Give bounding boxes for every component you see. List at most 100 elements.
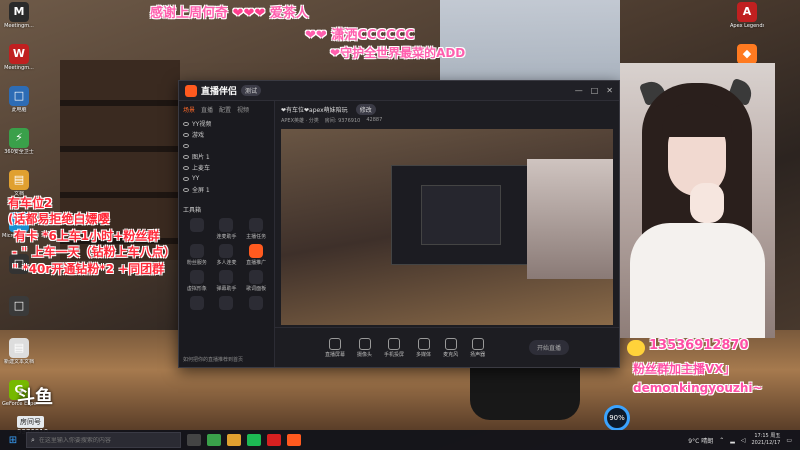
tool-label: 弹幕助手 [216, 286, 237, 292]
left-desktop-icon[interactable]: ▤ 新建文本文档 [2, 338, 36, 380]
scene-label: 图片 1 [192, 154, 210, 161]
clock-date: 2021/12/17 [751, 440, 781, 446]
tab-video[interactable]: 视频 [237, 105, 249, 114]
eye-icon[interactable] [183, 187, 189, 192]
tool-icon [189, 244, 204, 258]
room-id: 房间: 9376910 [324, 118, 361, 124]
weather[interactable]: 9°C 晴朗 [688, 436, 713, 445]
source-action-label: 麦克风 [443, 351, 459, 358]
source-action-label: 扬声器 [470, 351, 486, 358]
taskbar-app-360-icon[interactable] [207, 434, 221, 446]
taskbar-search[interactable]: ⌕ [26, 432, 181, 448]
eye-icon[interactable] [183, 121, 189, 126]
tab-scenes[interactable]: 场景 [183, 105, 195, 114]
scene-item[interactable]: 全屏 1 [183, 184, 270, 195]
live-companion-window: 直播伴侣 测试 — □ ✕ 场景 直播 配置 视频 YY视频 游戏图片 1 上麦车 Y… [178, 80, 620, 368]
scene-list: YY视频 游戏图片 1 上麦车 YY 全屏 1 [183, 118, 270, 195]
eye-icon[interactable] [183, 176, 189, 181]
tool-item[interactable] [213, 296, 241, 311]
tool-label: 连麦助手 [216, 234, 237, 240]
source-action-button[interactable]: 摄像头 [357, 337, 372, 358]
scene-label: YY视频 [192, 121, 212, 128]
source-action-label: 多媒体 [416, 351, 432, 358]
performance-meter[interactable]: 90% [604, 405, 630, 431]
scene-item[interactable]: 图片 1 [183, 151, 270, 162]
eye-icon[interactable] [183, 132, 189, 137]
tool-label: 多人连麦 [216, 260, 237, 266]
search-icon: ⌕ [31, 435, 35, 444]
clock[interactable]: 17:15 周五 2021/12/17 [752, 433, 781, 447]
close-button[interactable]: ✕ [606, 86, 613, 95]
scene-item[interactable]: 上麦车 [183, 162, 270, 173]
task-view-icon[interactable] [187, 434, 201, 446]
stream-preview[interactable] [281, 129, 613, 325]
minimize-button[interactable]: — [575, 86, 583, 95]
desktop-icon-label: 此电脑 [11, 107, 27, 113]
preview-webcam [527, 159, 613, 279]
app-badge: 测试 [241, 85, 262, 96]
app-titlebar[interactable]: 直播伴侣 测试 — □ ✕ [179, 81, 619, 101]
tool-item[interactable]: 直播推广 [242, 244, 270, 266]
search-input[interactable] [38, 436, 169, 444]
edit-room-button[interactable]: 修改 [355, 104, 376, 115]
source-action-icon [471, 337, 484, 350]
taskbar-app-music-icon[interactable] [247, 434, 261, 446]
taskbar-app-live-companion-icon[interactable] [287, 434, 301, 446]
scene-label: 上麦车 [192, 165, 211, 172]
left-desktop-icon[interactable]: ⚡ 360安全卫士 [2, 128, 36, 170]
overlay-name2: ❤❤ 潇洒CCCCCC [305, 28, 415, 43]
eye-icon[interactable] [183, 143, 189, 148]
right-desktop-icon[interactable]: AApex Legends [730, 2, 764, 44]
tab-live[interactable]: 直播 [201, 105, 213, 114]
tool-item[interactable] [183, 296, 211, 311]
volume-icon[interactable]: ◁ [741, 437, 746, 444]
tool-item[interactable] [183, 218, 211, 240]
rule-line: 有卡 *6上车1小时+粉丝群 [14, 229, 160, 243]
tray-chevron-up-icon[interactable]: ⌃ [719, 437, 724, 444]
app-name: 直播伴侣 [201, 87, 238, 97]
tool-item[interactable]: 虚拟形象 [183, 270, 211, 292]
notification-icon[interactable]: ▭ [786, 437, 792, 444]
left-desktop-icon[interactable]: □ 此电脑 [2, 86, 36, 128]
eye-icon[interactable] [183, 165, 189, 170]
app-icon: A [737, 2, 757, 22]
source-action-button[interactable]: 麦克风 [443, 337, 459, 358]
maximize-button[interactable]: □ [591, 86, 599, 95]
eye-icon[interactable] [183, 154, 189, 159]
tool-item[interactable]: 粉丝服务 [183, 244, 211, 266]
scene-item[interactable] [183, 140, 270, 151]
tool-item[interactable]: 主播任务 [242, 218, 270, 240]
desktop-icon-label: 新建文本文档 [3, 359, 34, 365]
system-tray: 9°C 晴朗 ⌃ ▂ ◁ 17:15 周五 2021/12/17 ▭ [688, 433, 800, 447]
network-icon[interactable]: ▂ [730, 437, 735, 444]
scene-label: 全屏 1 [192, 187, 210, 194]
left-desktop-icon[interactable]: M Meetingm... [2, 2, 36, 44]
source-action-button[interactable]: 多媒体 [416, 337, 432, 358]
windows-start-icon[interactable]: ⊞ [0, 430, 26, 450]
tool-icon [249, 270, 264, 284]
tool-item[interactable]: 连麦助手 [213, 218, 241, 240]
file-explorer-icon[interactable] [227, 434, 241, 446]
scene-item[interactable]: 游戏 [183, 129, 270, 140]
app-logo-icon [185, 84, 197, 97]
taskbar-app-netease-icon[interactable] [267, 434, 281, 446]
tool-item[interactable]: 弹幕助手 [213, 270, 241, 292]
source-action-button[interactable]: 扬声器 [470, 337, 486, 358]
scene-item[interactable]: YY视频 [183, 118, 270, 129]
left-desktop-icon[interactable]: □ [2, 296, 36, 338]
left-desktop-icon[interactable]: W Meetingm... [2, 44, 36, 86]
tool-label: 歌词面板 [246, 286, 267, 292]
tool-icon [189, 296, 204, 310]
source-action-button[interactable]: 手机投屏 [384, 337, 404, 358]
source-action-button[interactable]: 直播屏幕 [325, 337, 345, 358]
tool-item[interactable]: 多人连麦 [213, 244, 241, 266]
start-live-button[interactable]: 开始直播 [528, 340, 569, 355]
recommend-link[interactable]: 如何把你的直播推荐到首页 [183, 356, 243, 363]
source-action-icon [417, 337, 430, 350]
tab-config[interactable]: 配置 [219, 105, 231, 114]
scene-item[interactable]: YY [183, 173, 270, 184]
tool-item[interactable] [242, 296, 270, 311]
desktop-icon-label: Meetingm... [4, 65, 34, 71]
tool-item[interactable]: 歌词面板 [242, 270, 270, 292]
chick-icon [627, 340, 645, 356]
